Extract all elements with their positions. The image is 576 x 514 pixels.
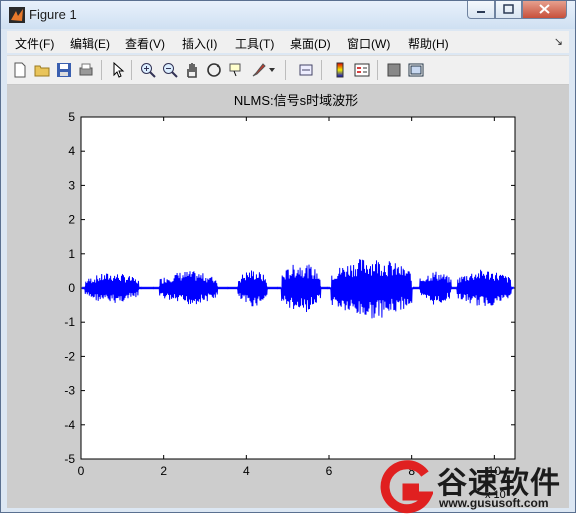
x-tick-label: 6 xyxy=(326,464,333,478)
x-tick-label: 4 xyxy=(243,464,250,478)
y-tick-label: 1 xyxy=(68,247,75,261)
menu-view[interactable]: 查看(V) xyxy=(125,35,165,52)
y-tick-label: 0 xyxy=(68,281,75,295)
minimize-button[interactable] xyxy=(467,1,495,19)
save-icon[interactable] xyxy=(55,61,73,79)
link-plot-icon[interactable] xyxy=(297,61,315,79)
y-tick-label: -3 xyxy=(64,384,75,398)
menu-help[interactable]: 帮助(H) xyxy=(408,35,449,52)
data-cursor-icon[interactable] xyxy=(227,61,245,79)
open-folder-icon[interactable] xyxy=(33,61,51,79)
figure-canvas: NLMS:信号s时域波形 5 4 3 2 1 0 -1 -2 -3 -4 -5 0 2 4 6 8 10 x … xyxy=(7,85,569,508)
minimize-icon xyxy=(477,11,485,13)
gusu-logo-icon xyxy=(380,460,433,514)
zoom-out-icon[interactable] xyxy=(161,61,179,79)
print-icon[interactable] xyxy=(77,61,95,79)
menubar-dock-arrow-icon[interactable]: ↘ xyxy=(554,35,563,48)
rotate-3d-icon[interactable] xyxy=(205,61,223,79)
colorbar-icon[interactable] xyxy=(331,61,349,79)
y-tick-label: 3 xyxy=(68,178,75,192)
menu-tools[interactable]: 工具(T) xyxy=(235,35,274,52)
brush-icon[interactable] xyxy=(249,61,267,79)
close-icon xyxy=(539,4,550,14)
menu-insert[interactable]: 插入(I) xyxy=(182,35,217,52)
window-title: Figure 1 xyxy=(29,7,77,22)
chart-title: NLMS:信号s时域波形 xyxy=(234,93,358,108)
toolbar-separator xyxy=(377,60,378,80)
legend-icon[interactable] xyxy=(353,61,371,79)
menu-file[interactable]: 文件(F) xyxy=(15,35,54,52)
toolbar-separator xyxy=(285,60,286,80)
menu-window[interactable]: 窗口(W) xyxy=(347,35,390,52)
y-tick-label: -5 xyxy=(64,452,75,466)
x-tick-label: 2 xyxy=(160,464,167,478)
figure-window: Figure 1 文件(F) 编辑(E) 查看(V) 插入(I) 工具(T) 桌… xyxy=(0,0,576,514)
close-button[interactable] xyxy=(522,1,567,19)
zoom-in-icon[interactable] xyxy=(139,61,157,79)
watermark-url: www.gususoft.com xyxy=(439,496,549,510)
y-tick-label: 4 xyxy=(68,144,75,158)
matlab-logo-icon xyxy=(9,7,25,23)
show-plot-tools-icon[interactable] xyxy=(407,61,425,79)
brush-dropdown-icon[interactable] xyxy=(267,61,277,79)
toolbar-separator xyxy=(131,60,132,80)
x-tick-label: 0 xyxy=(78,464,85,478)
y-tick-label: -4 xyxy=(64,418,75,432)
watermark: 谷速软件 www.gususoft.com xyxy=(379,456,576,514)
toolbar-separator xyxy=(101,60,102,80)
menu-bar: 文件(F) 编辑(E) 查看(V) 插入(I) 工具(T) 桌面(D) 窗口(W… xyxy=(7,31,569,53)
maximize-icon xyxy=(503,4,514,14)
pointer-icon[interactable] xyxy=(109,61,127,79)
new-file-icon[interactable] xyxy=(11,61,29,79)
y-tick-label: -2 xyxy=(64,349,75,363)
maximize-button[interactable] xyxy=(495,1,522,19)
toolbar-separator xyxy=(321,60,322,80)
y-tick-label: -1 xyxy=(64,315,75,329)
menu-edit[interactable]: 编辑(E) xyxy=(70,35,110,52)
plot-area[interactable]: NLMS:信号s时域波形 543210-1-2-3-4-5 0 2 4 6 8 10 x … xyxy=(7,85,569,508)
y-tick-label: 5 xyxy=(68,110,75,124)
hide-plot-tools-icon[interactable] xyxy=(385,61,403,79)
menu-desktop[interactable]: 桌面(D) xyxy=(290,35,331,52)
title-bar[interactable]: Figure 1 xyxy=(1,1,575,29)
y-tick-label: 2 xyxy=(68,213,75,227)
pan-hand-icon[interactable] xyxy=(183,61,201,79)
figure-toolbar xyxy=(7,55,569,85)
